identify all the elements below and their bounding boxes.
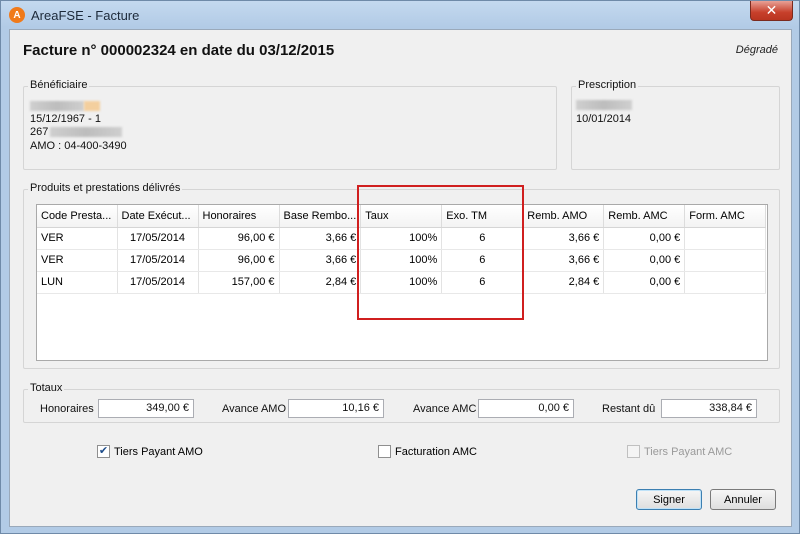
prestations-table: Code Presta... Date Exécut... Honoraires… [36,204,768,361]
checkbox-disabled-icon [627,445,640,458]
invoice-title: Facture n° 000002324 en date du 03/12/20… [23,42,335,59]
cell-taux: 100% [360,271,443,294]
avance-amo-field[interactable]: 10,16 € [288,399,384,418]
cell-form-amc [684,271,767,294]
tiers-payant-amc-label: Tiers Payant AMC [644,445,733,458]
prescription-legend: Prescription [576,79,639,91]
cell-base: 3,66 € [279,227,362,250]
facturation-amc-checkbox[interactable]: Facturation AMC [378,445,477,458]
totaux-legend: Totaux [28,382,65,394]
nir-prefix: 267 [30,126,49,138]
dialog-body: Facture n° 000002324 en date du 03/12/20… [9,29,792,527]
cell-date: 17/05/2014 [117,227,199,250]
facture-window: A AreaFSE - Facture ✕ Facture n° 0000023… [0,0,800,534]
cell-form-amc [684,249,767,272]
restant-du-label: Restant dû [602,403,656,415]
col-taux[interactable]: Taux [360,205,443,228]
beneficiaire-legend: Bénéficiaire [28,79,90,91]
cell-honoraires: 96,00 € [198,249,280,272]
cell-taux: 100% [360,249,443,272]
col-date-execution[interactable]: Date Exécut... [117,205,199,228]
facturation-amc-label: Facturation AMC [395,445,477,458]
cell-honoraires: 157,00 € [198,271,280,294]
restant-du-field[interactable]: 338,84 € [661,399,757,418]
avance-amc-label: Avance AMC [413,403,477,415]
prescription-group: Prescription 10/01/2014 [571,79,780,170]
cell-base: 2,84 € [279,271,362,294]
cell-remb-amo: 3,66 € [522,227,605,250]
col-exo-tm[interactable]: Exo. TM [441,205,524,228]
cell-code: VER [37,227,118,250]
col-honoraires[interactable]: Honoraires [198,205,280,228]
honoraires-label: Honoraires [40,403,94,415]
cell-exo-tm: 6 [441,249,524,272]
app-logo-icon: A [9,7,25,23]
table-header-row: Code Presta... Date Exécut... Honoraires… [37,205,767,228]
cell-form-amc [684,227,767,250]
col-base-remboursement[interactable]: Base Rembo... [279,205,362,228]
cell-remb-amo: 2,84 € [522,271,605,294]
cell-code: VER [37,249,118,272]
title-bar[interactable]: A AreaFSE - Facture ✕ [1,1,799,29]
table-row[interactable]: VER 17/05/2014 96,00 € 3,66 € 100% 6 3,6… [37,249,767,272]
beneficiaire-birth: 15/12/1967 - 1 [30,113,101,125]
close-button[interactable]: ✕ [750,1,793,21]
tiers-payant-amo-label: Tiers Payant AMO [114,445,203,458]
tiers-payant-amo-checkbox[interactable]: ✔ Tiers Payant AMO [97,445,203,458]
cell-taux: 100% [360,227,443,250]
mode-label: Dégradé [735,44,778,56]
col-remb-amc[interactable]: Remb. AMC [603,205,686,228]
beneficiaire-group: Bénéficiaire 15/12/1967 - 1 267 AMO : 04… [23,79,557,170]
cell-remb-amc: 0,00 € [603,271,686,294]
cell-honoraires: 96,00 € [198,227,280,250]
beneficiaire-name-redacted [30,100,100,112]
col-code-presta[interactable]: Code Presta... [37,205,118,228]
cell-remb-amc: 0,00 € [603,249,686,272]
col-form-amc[interactable]: Form. AMC [684,205,767,228]
tiers-payant-amc-checkbox: Tiers Payant AMC [627,445,732,458]
beneficiaire-nir: 267 [30,126,123,138]
window-title: AreaFSE - Facture [31,7,140,23]
prescription-date: 10/01/2014 [576,113,632,125]
annuler-button[interactable]: Annuler [710,489,776,510]
cell-exo-tm: 6 [441,271,524,294]
cell-date: 17/05/2014 [117,271,199,294]
col-remb-amo[interactable]: Remb. AMO [522,205,605,228]
cell-remb-amo: 3,66 € [522,249,605,272]
signer-button[interactable]: Signer [636,489,702,510]
avance-amo-label: Avance AMO [222,403,286,415]
checkmark-icon: ✔ [97,445,110,458]
beneficiaire-amo: AMO : 04-400-3490 [30,140,127,152]
avance-amc-field[interactable]: 0,00 € [478,399,574,418]
table-row[interactable]: LUN 17/05/2014 157,00 € 2,84 € 100% 6 2,… [37,271,767,294]
cell-code: LUN [37,271,118,294]
checkbox-empty-icon [378,445,391,458]
table-row[interactable]: VER 17/05/2014 96,00 € 3,66 € 100% 6 3,6… [37,227,767,250]
honoraires-field[interactable]: 349,00 € [98,399,194,418]
cell-remb-amc: 0,00 € [603,227,686,250]
cell-date: 17/05/2014 [117,249,199,272]
close-icon: ✕ [765,2,778,18]
produits-legend: Produits et prestations délivrés [28,182,183,194]
cell-exo-tm: 6 [441,227,524,250]
prescripteur-redacted [576,99,632,111]
cell-base: 3,66 € [279,249,362,272]
